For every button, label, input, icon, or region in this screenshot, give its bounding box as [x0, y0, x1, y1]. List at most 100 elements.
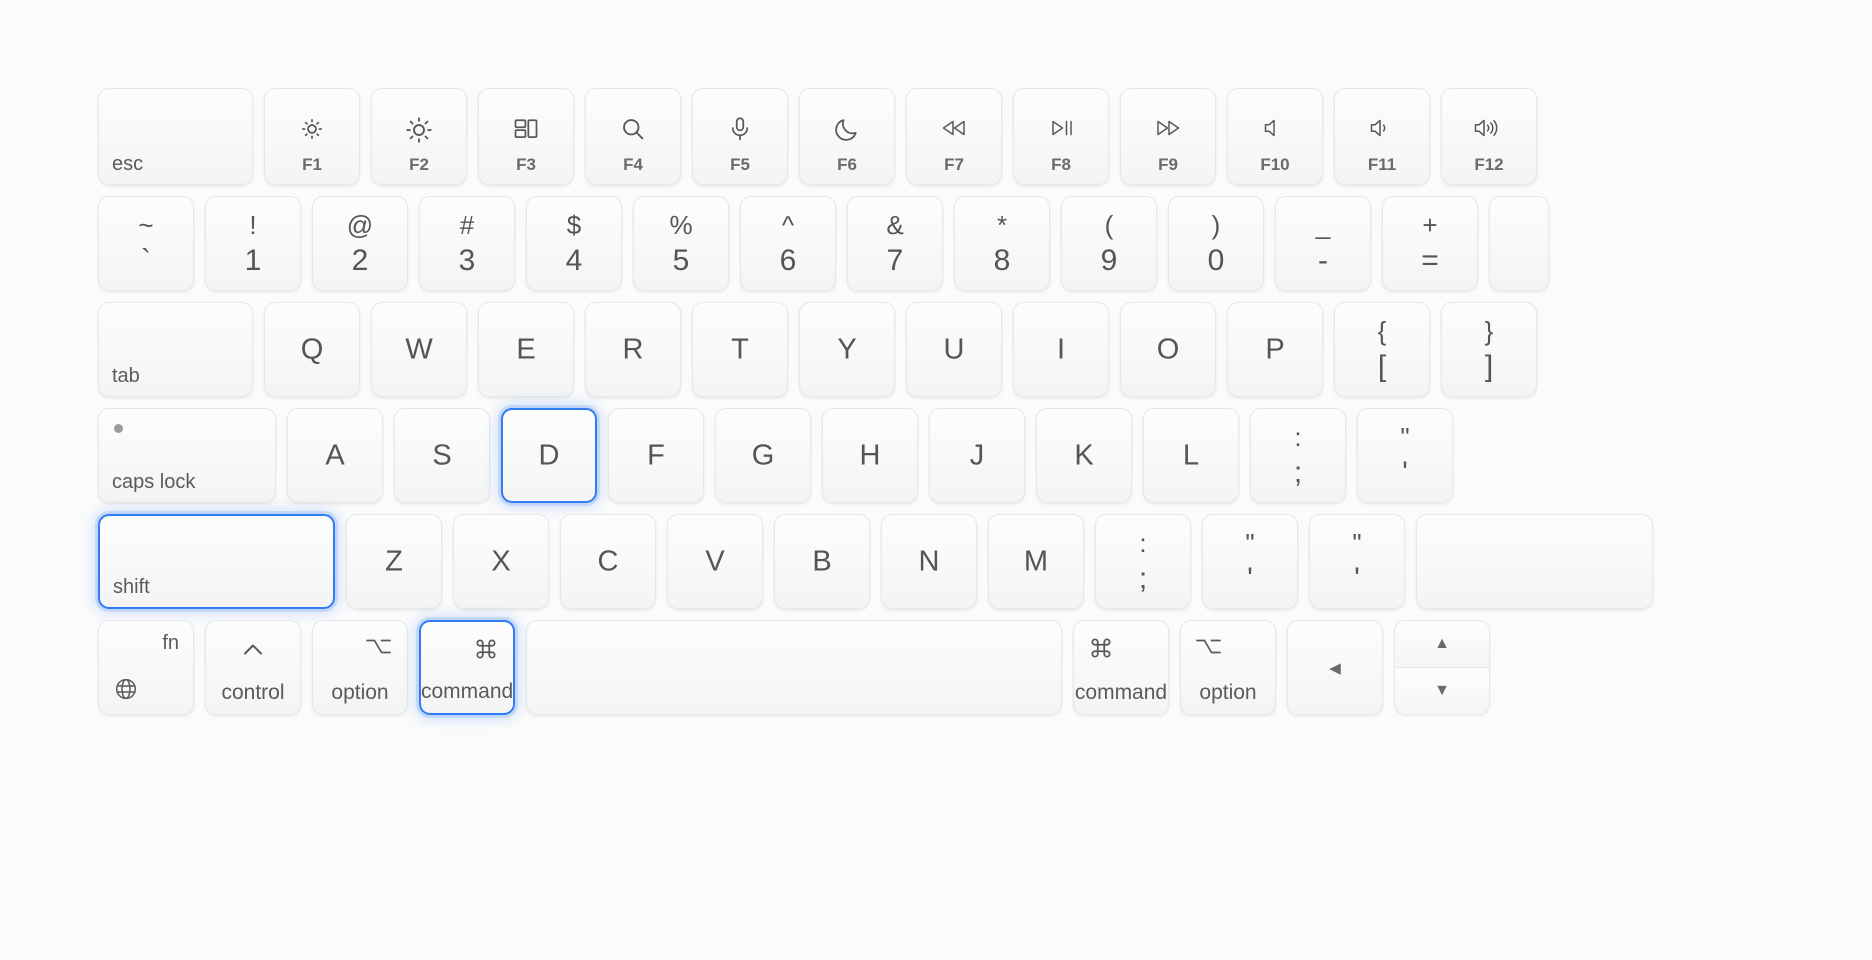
key-r-label: R [622, 333, 644, 365]
key-tab[interactable]: tab [98, 302, 253, 397]
key-equal[interactable]: + = [1382, 196, 1478, 291]
key-v[interactable]: V [667, 514, 763, 609]
key-x[interactable]: X [453, 514, 549, 609]
key-shift-right-cropped[interactable] [1416, 514, 1653, 609]
key-3[interactable]: # 3 [419, 196, 515, 291]
key-shift-left-label: shift [113, 576, 150, 598]
key-j[interactable]: J [929, 408, 1025, 503]
key-b[interactable]: B [774, 514, 870, 609]
key-f2[interactable]: F2 [371, 88, 467, 185]
key-y[interactable]: Y [799, 302, 895, 397]
key-minus[interactable]: _ - [1275, 196, 1371, 291]
key-f4[interactable]: F4 [585, 88, 681, 185]
option-icon [365, 635, 393, 657]
key-8-label: 8 [993, 243, 1011, 277]
key-f1[interactable]: F1 [264, 88, 360, 185]
key-command-left[interactable]: command [419, 620, 515, 715]
key-bracket-left[interactable]: { [ [1334, 302, 1430, 397]
arrow-up-icon: ▲ [1434, 635, 1450, 652]
key-arrow-up[interactable]: ▲ [1394, 620, 1490, 668]
microphone-icon [693, 115, 787, 143]
search-icon [586, 115, 680, 143]
key-command-right[interactable]: command [1073, 620, 1169, 715]
key-period[interactable]: " ' [1202, 514, 1298, 609]
key-0-shift-label: ) [1211, 209, 1221, 240]
key-t[interactable]: T [692, 302, 788, 397]
key-caps-lock[interactable]: caps lock [98, 408, 276, 503]
key-esc[interactable]: esc [98, 88, 253, 185]
key-f3[interactable]: F3 [478, 88, 574, 185]
key-f7-label: F7 [944, 155, 964, 174]
key-option-left[interactable]: option [312, 620, 408, 715]
key-d[interactable]: D [501, 408, 597, 503]
key-arrow-left[interactable]: ◀ [1287, 620, 1383, 715]
key-7-label: 7 [886, 243, 904, 277]
key-0[interactable]: ) 0 [1168, 196, 1264, 291]
key-0-label: 0 [1207, 243, 1225, 277]
key-n[interactable]: N [881, 514, 977, 609]
key-semicolon[interactable]: : ; [1250, 408, 1346, 503]
key-6[interactable]: ^ 6 [740, 196, 836, 291]
key-f6-label: F6 [837, 155, 857, 174]
key-2[interactable]: @ 2 [312, 196, 408, 291]
modifier-row: fn control option command command option… [98, 620, 1872, 715]
key-i[interactable]: I [1013, 302, 1109, 397]
key-h[interactable]: H [822, 408, 918, 503]
key-s[interactable]: S [394, 408, 490, 503]
key-z[interactable]: Z [346, 514, 442, 609]
key-q[interactable]: Q [264, 302, 360, 397]
key-o[interactable]: O [1120, 302, 1216, 397]
key-f12[interactable]: F12 [1441, 88, 1537, 185]
key-arrow-down[interactable]: ▼ [1394, 667, 1490, 715]
key-4[interactable]: $ 4 [526, 196, 622, 291]
key-w[interactable]: W [371, 302, 467, 397]
key-7-shift-label: & [886, 209, 904, 240]
key-5[interactable]: % 5 [633, 196, 729, 291]
mission-control-icon [479, 115, 573, 143]
key-f6[interactable]: F6 [799, 88, 895, 185]
key-bracket-right[interactable]: } ] [1441, 302, 1537, 397]
key-f8[interactable]: F8 [1013, 88, 1109, 185]
key-f9[interactable]: F9 [1120, 88, 1216, 185]
key-w-label: W [405, 333, 433, 365]
key-f12-label: F12 [1474, 155, 1504, 174]
key-semicolon-label: ; [1293, 455, 1303, 489]
key-option-right[interactable]: option [1180, 620, 1276, 715]
key-t-label: T [731, 333, 749, 365]
key-u[interactable]: U [906, 302, 1002, 397]
key-comma-label: ; [1138, 561, 1148, 595]
key-q-label: Q [300, 333, 324, 365]
key-c[interactable]: C [560, 514, 656, 609]
key-f7[interactable]: F7 [906, 88, 1002, 185]
key-backtick[interactable]: ~ ` [98, 196, 194, 291]
key-9[interactable]: ( 9 [1061, 196, 1157, 291]
key-e[interactable]: E [478, 302, 574, 397]
control-caret-icon [206, 639, 300, 661]
key-a[interactable]: A [287, 408, 383, 503]
key-f[interactable]: F [608, 408, 704, 503]
key-8[interactable]: * 8 [954, 196, 1050, 291]
key-backtick-label: ` [141, 243, 151, 277]
key-k[interactable]: K [1036, 408, 1132, 503]
number-row: ~ ` ! 1 @ 2 # 3 $ 4 % 5 ^ 6 & 7 * 8 (9 … [98, 196, 1872, 291]
key-f11[interactable]: F11 [1334, 88, 1430, 185]
key-slash[interactable]: " ' [1309, 514, 1405, 609]
key-fn[interactable]: fn [98, 620, 194, 715]
key-f10[interactable]: F10 [1227, 88, 1323, 185]
key-r[interactable]: R [585, 302, 681, 397]
key-g[interactable]: G [715, 408, 811, 503]
key-7[interactable]: & 7 [847, 196, 943, 291]
key-control-left[interactable]: control [205, 620, 301, 715]
key-delete-cropped[interactable] [1489, 196, 1549, 291]
key-m[interactable]: M [988, 514, 1084, 609]
key-space[interactable] [526, 620, 1062, 715]
key-shift-left[interactable]: shift [98, 514, 335, 609]
key-9-label: 9 [1100, 243, 1118, 277]
key-command-left-label: command [421, 680, 514, 703]
key-f5[interactable]: F5 [692, 88, 788, 185]
key-comma[interactable]: : ; [1095, 514, 1191, 609]
key-quote[interactable]: " ' [1357, 408, 1453, 503]
key-l[interactable]: L [1143, 408, 1239, 503]
key-1[interactable]: ! 1 [205, 196, 301, 291]
key-p[interactable]: P [1227, 302, 1323, 397]
